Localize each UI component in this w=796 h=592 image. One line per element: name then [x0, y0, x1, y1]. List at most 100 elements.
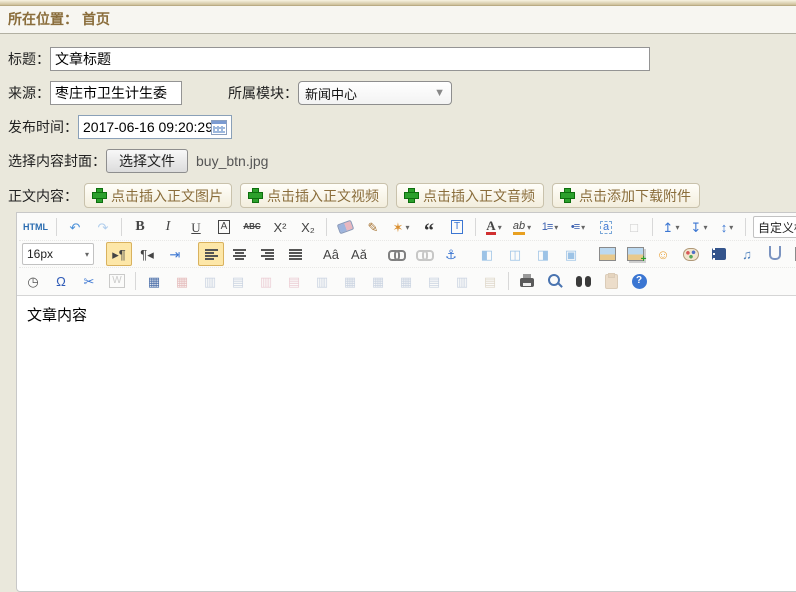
unordered-list-icon[interactable]: •≡▾ — [565, 215, 591, 239]
help-icon[interactable]: ? — [626, 269, 652, 293]
insert-video-icon[interactable] — [706, 242, 732, 266]
preview-icon[interactable] — [542, 269, 568, 293]
remove-format-icon[interactable] — [332, 215, 358, 239]
insert-music-icon[interactable]: ♫ — [734, 242, 760, 266]
unlink-icon — [410, 242, 436, 266]
delete-table-icon: ▦ — [176, 275, 188, 288]
undo-icon: ↶ — [70, 221, 81, 234]
screenshot-icon[interactable]: ✂ — [76, 269, 102, 293]
paragraph-space-top-icon[interactable]: ↥▾ — [658, 215, 684, 239]
merge-down-icon: ▦ — [365, 269, 391, 293]
green-plus-icon — [249, 189, 262, 202]
insert-button-3[interactable]: 点击插入正文音频 — [396, 183, 544, 208]
font-color-icon[interactable]: A▾ — [481, 215, 507, 239]
background-color-icon[interactable]: ab▾ — [509, 215, 535, 239]
insert-button-label: 点击插入正文图片 — [111, 186, 223, 206]
strikethrough-icon[interactable]: ABC — [239, 215, 265, 239]
align-right-icon[interactable] — [254, 242, 280, 266]
breadcrumb-home-link[interactable]: 首页 — [82, 11, 110, 27]
insert-music-icon: ♫ — [742, 248, 752, 261]
green-plus-icon — [405, 189, 418, 202]
align-justify-icon — [289, 249, 302, 260]
link-icon[interactable] — [382, 242, 408, 266]
insert-image-icon — [599, 247, 616, 261]
source-input[interactable] — [50, 81, 182, 105]
insert-image-icon[interactable] — [594, 242, 620, 266]
superscript-icon[interactable]: X² — [267, 215, 293, 239]
font-size-combo[interactable]: 16px▾ — [22, 243, 94, 265]
choose-file-button[interactable]: 选择文件 — [106, 149, 188, 173]
delete-col-icon: ▥ — [309, 269, 335, 293]
subscript-icon[interactable]: X₂ — [295, 215, 321, 239]
to-lowercase-icon[interactable]: Aǎ — [346, 242, 372, 266]
calendar-icon[interactable] — [211, 120, 227, 135]
source-code-button[interactable]: HTML — [20, 215, 51, 239]
special-chars-icon: Ω — [56, 275, 66, 288]
indent-icon[interactable]: ⇥ — [162, 242, 188, 266]
attachment-icon[interactable] — [762, 242, 788, 266]
toolbar-row-1: HTML↶↷BIUAABCX²X₂✎✶▾“TA▾ab▾1≡▾•≡▾a□↥▾↧▾↕… — [19, 214, 796, 241]
insert-table-icon: ▦ — [148, 275, 160, 288]
bold-icon[interactable]: B — [127, 215, 153, 239]
blockquote-icon[interactable]: “ — [416, 215, 442, 239]
module-label: 所属模块： — [228, 83, 298, 103]
align-left-icon[interactable] — [198, 242, 224, 266]
paste-plain-icon: T — [451, 220, 463, 234]
search-replace-icon[interactable] — [570, 269, 596, 293]
emotion-icon[interactable]: ☺ — [650, 242, 676, 266]
line-height-icon[interactable]: ↕▾ — [714, 215, 740, 239]
rtl-paragraph-icon[interactable]: ¶◂ — [134, 242, 160, 266]
unordered-list-icon: •≡ — [571, 222, 579, 233]
select-all-icon[interactable]: a — [593, 215, 619, 239]
paragraph-format-combo[interactable]: 自定义标题▾ — [753, 216, 796, 238]
undo-icon[interactable]: ↶ — [62, 215, 88, 239]
to-uppercase-icon[interactable]: Aâ — [318, 242, 344, 266]
insert-button-4[interactable]: 点击添加下载附件 — [552, 183, 700, 208]
special-chars-icon[interactable]: Ω — [48, 269, 74, 293]
auto-typeset-icon[interactable]: ✶▾ — [388, 215, 414, 239]
paragraph-space-bottom-icon: ↧ — [691, 221, 702, 234]
publish-time-input[interactable] — [83, 119, 211, 135]
format-brush-icon[interactable]: ✎ — [360, 215, 386, 239]
image-float-none-icon[interactable]: ▣ — [558, 242, 584, 266]
chevron-down-icon: ▾ — [703, 223, 707, 232]
insert-map-icon[interactable] — [790, 242, 796, 266]
toolbar-separator — [475, 218, 476, 236]
publish-time-label: 发布时间： — [8, 117, 78, 137]
insert-button-1[interactable]: 点击插入正文图片 — [84, 183, 232, 208]
search-replace-icon — [576, 276, 591, 287]
font-border-icon[interactable]: A — [211, 215, 237, 239]
insert-button-2[interactable]: 点击插入正文视频 — [240, 183, 388, 208]
title-input[interactable] — [50, 47, 650, 71]
paste-plain-icon[interactable]: T — [444, 215, 470, 239]
chevron-down-icon: ▾ — [554, 223, 558, 232]
editor-content[interactable]: 文章内容 — [17, 296, 796, 591]
italic-icon[interactable]: I — [155, 215, 181, 239]
scrawl-icon[interactable] — [678, 242, 704, 266]
image-float-right-icon[interactable]: ◨ — [530, 242, 556, 266]
multi-image-upload-icon[interactable] — [622, 242, 648, 266]
paste-icon — [605, 274, 618, 289]
image-float-right-icon: ◨ — [537, 248, 549, 261]
align-center-icon[interactable] — [226, 242, 252, 266]
print-icon[interactable] — [514, 269, 540, 293]
redo-icon: ↷ — [98, 221, 109, 234]
help-icon: ? — [632, 274, 647, 289]
insert-video-icon — [712, 248, 726, 260]
anchor-icon[interactable]: ⚓ — [438, 242, 464, 266]
image-float-center-icon[interactable]: ◫ — [502, 242, 528, 266]
first-line-indent-icon[interactable]: ▸¶ — [106, 242, 132, 266]
chevron-down-icon: ▾ — [729, 223, 733, 232]
module-select[interactable]: 新闻中心 ▼ — [298, 81, 452, 105]
ordered-list-icon[interactable]: 1≡▾ — [537, 215, 563, 239]
date-time-icon[interactable]: ◷ — [20, 269, 46, 293]
paragraph-space-bottom-icon[interactable]: ↧▾ — [686, 215, 712, 239]
chevron-down-icon: ▾ — [498, 223, 502, 232]
insert-table-icon[interactable]: ▦ — [141, 269, 167, 293]
toolbar-separator — [121, 218, 122, 236]
image-float-left-icon[interactable]: ◧ — [474, 242, 500, 266]
chevron-down-icon: ▾ — [527, 223, 531, 232]
underline-icon[interactable]: U — [183, 215, 209, 239]
align-justify-icon[interactable] — [282, 242, 308, 266]
insert-button-label: 点击插入正文音频 — [423, 186, 535, 206]
